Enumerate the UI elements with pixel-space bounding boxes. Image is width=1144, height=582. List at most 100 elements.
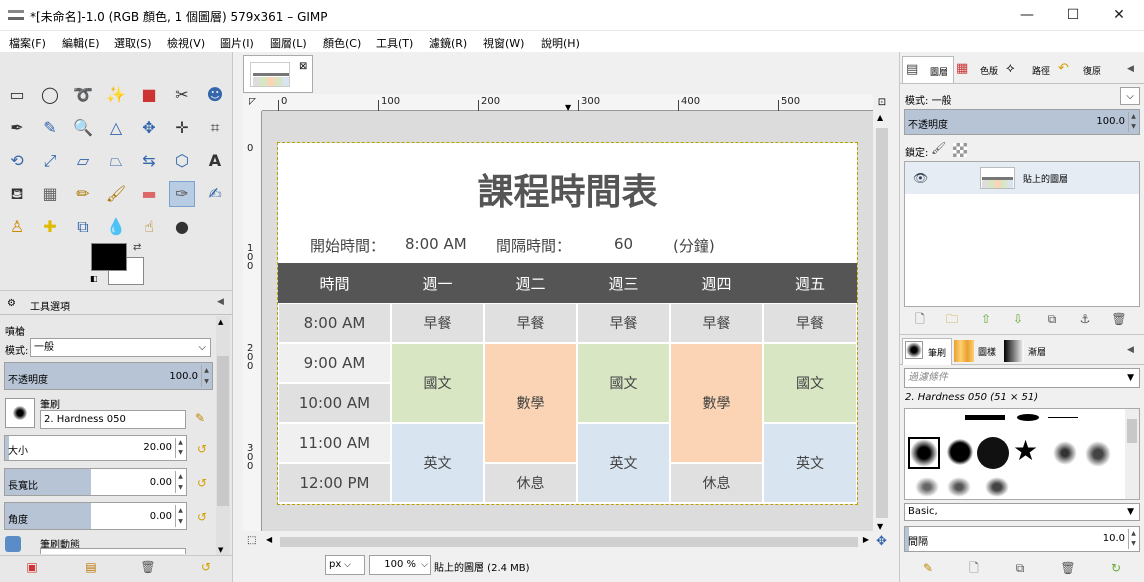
lock-alpha-icon[interactable] (953, 143, 967, 157)
brush-charcoal[interactable] (947, 477, 971, 497)
menu-select[interactable]: 選取(S) (114, 35, 152, 51)
brush-preset-combo[interactable]: Basic, ▼ (904, 503, 1140, 521)
brushes-scroll-thumb[interactable] (1127, 419, 1137, 443)
paths-tool-icon[interactable]: ✒ (4, 115, 30, 141)
eraser-tool-icon[interactable]: ▬ (136, 181, 162, 207)
layer-opacity-spin-icon[interactable]: ▲ ▼ (1128, 112, 1138, 132)
mode-select[interactable]: 一般 ⌵ (30, 338, 211, 357)
reset-aspect-icon[interactable]: ↺ (197, 476, 211, 490)
scissors-tool-icon[interactable]: ✂ (169, 82, 195, 108)
brushes-scrollbar[interactable] (1125, 409, 1139, 499)
delete-layer-icon[interactable]: 🗑 (1111, 311, 1127, 327)
align-tool-icon[interactable]: ✛ (169, 115, 195, 141)
dynamics-field[interactable] (40, 548, 186, 554)
menu-help[interactable]: 說明(H) (541, 35, 580, 51)
brush-spacing-slider[interactable]: 間隔 10.0 ▲ ▼ (904, 526, 1140, 552)
toggle-quick-mask-icon[interactable]: ⬚ (247, 535, 256, 546)
dodge-burn-tool-icon[interactable]: ● (169, 214, 195, 240)
tool-options-scrollbar[interactable]: ▲ ▼ (216, 316, 230, 556)
menu-colors[interactable]: 顏色(C) (323, 35, 361, 51)
rect-select-tool-icon[interactable]: ▭ (4, 82, 30, 108)
delete-options-icon[interactable]: 🗑 (140, 559, 156, 575)
size-slider[interactable]: 大小 20.00 ▲ ▼ (4, 435, 187, 461)
swap-colors-icon[interactable]: ⇄ (133, 242, 141, 253)
brush-block[interactable] (965, 415, 1005, 420)
canvas-vscroll-thumb[interactable] (876, 128, 888, 518)
duplicate-layer-icon[interactable]: ⧉ (1044, 311, 1060, 327)
foreground-color-swatch[interactable] (91, 243, 127, 271)
paintbrush-tool-icon[interactable]: 🖌 (103, 181, 129, 207)
tab-brushes[interactable]: 筆刷 (902, 338, 952, 365)
reset-options-icon[interactable]: ↺ (198, 559, 214, 575)
close-tab-icon[interactable]: ⊠ (299, 61, 307, 72)
blur-tool-icon[interactable]: 💧 (103, 214, 129, 240)
duplicate-brush-icon[interactable]: ⧉ (1012, 560, 1028, 576)
cage-transform-tool-icon[interactable]: ⬡ (169, 148, 195, 174)
scroll-down-icon[interactable]: ▼ (877, 522, 883, 531)
new-layer-icon[interactable]: 🗋 (912, 311, 928, 327)
save-options-icon[interactable]: ▣ (24, 559, 40, 575)
tab-paths[interactable]: ⟡ 路徑 (1006, 57, 1056, 83)
brushes-grid[interactable]: ★ (904, 408, 1140, 500)
panel-menu-icon[interactable]: ◀ (217, 297, 224, 307)
image-canvas[interactable]: 課程時間表 開始時間： 8:00 AM 間隔時間： 60 (分鐘) 時間 週一 … (277, 142, 858, 505)
clone-tool-icon[interactable]: ♙ (4, 214, 30, 240)
layers-list[interactable]: 👁 貼上的圖層 (904, 161, 1140, 307)
perspective-tool-icon[interactable]: ⏢ (103, 148, 129, 174)
heal-tool-icon[interactable]: ✚ (37, 214, 63, 240)
airbrush-tool-icon[interactable]: ✑ (169, 181, 195, 207)
brush-sponge[interactable] (985, 477, 1009, 497)
brush-hardness-050-selected[interactable] (908, 437, 940, 469)
menu-layer[interactable]: 圖層(L) (270, 35, 307, 51)
crop-tool-icon[interactable]: ⌗ (202, 115, 228, 141)
text-tool-icon[interactable]: A (202, 148, 228, 174)
minimize-button[interactable]: — (1004, 0, 1050, 31)
scroll-up-icon[interactable]: ▲ (877, 113, 883, 122)
scale-tool-icon[interactable]: ⤢ (37, 148, 63, 174)
perspective-clone-tool-icon[interactable]: ⧉ (70, 214, 96, 240)
quick-mask-corner-icon[interactable]: ◸ (243, 94, 262, 111)
angle-spin-icon[interactable]: ▲ ▼ (175, 505, 185, 527)
brush-ellipse[interactable] (1017, 414, 1039, 421)
raise-layer-icon[interactable]: ⇧ (978, 311, 994, 327)
layer-visibility-eye-icon[interactable]: 👁 (913, 171, 928, 185)
ellipse-select-tool-icon[interactable]: ◯ (37, 82, 63, 108)
canvas-hscroll-thumb[interactable] (280, 537, 858, 547)
edit-brush-icon[interactable]: ✎ (195, 411, 205, 425)
reset-size-icon[interactable]: ↺ (197, 442, 211, 456)
menu-view[interactable]: 檢視(V) (167, 35, 205, 51)
opacity-spin-icon[interactable]: ▲ ▼ (201, 365, 211, 387)
brush-hardness-075[interactable] (947, 439, 973, 465)
close-button[interactable]: ✕ (1096, 0, 1142, 31)
spacing-spin-icon[interactable]: ▲ ▼ (1128, 529, 1138, 549)
brush-texture[interactable] (1085, 441, 1111, 467)
aspect-spin-icon[interactable]: ▲ ▼ (175, 471, 185, 493)
scroll-down-icon[interactable]: ▼ (218, 546, 223, 554)
zoom-select[interactable]: 100 % ⌵ (369, 555, 431, 575)
tool-options-tab-icon[interactable]: ⚙ (7, 298, 16, 309)
opacity-slider[interactable]: 不透明度 100.0 ▲ ▼ (4, 362, 213, 390)
menu-edit[interactable]: 編輯(E) (62, 35, 100, 51)
brush-filter-combo[interactable]: 過濾條件 ▼ (904, 368, 1140, 388)
dynamics-icon[interactable] (5, 536, 21, 552)
smudge-tool-icon[interactable]: ☝ (136, 214, 162, 240)
brush-preview[interactable] (5, 398, 35, 428)
color-picker-tool-icon[interactable]: ✎ (37, 115, 63, 141)
navigate-icon[interactable]: ✥ (876, 534, 887, 549)
brush-chalk[interactable] (915, 477, 939, 497)
brushes-panel-menu-icon[interactable]: ◀ (1127, 345, 1134, 355)
anchor-layer-icon[interactable]: ⚓ (1077, 311, 1093, 327)
menu-filters[interactable]: 濾鏡(R) (429, 35, 467, 51)
lower-layer-icon[interactable]: ⇩ (1010, 311, 1026, 327)
scroll-up-icon[interactable]: ▲ (218, 318, 223, 326)
angle-slider[interactable]: 角度 0.00 ▲ ▼ (4, 502, 187, 530)
scroll-right-icon[interactable]: ▶ (863, 535, 869, 544)
lock-pixels-icon[interactable]: 🖌 (931, 141, 946, 155)
zoom-image-icon[interactable]: ⊡ (873, 94, 891, 111)
new-layer-group-icon[interactable]: 🗀 (944, 311, 960, 327)
maximize-button[interactable]: ☐ (1050, 0, 1096, 31)
ink-tool-icon[interactable]: ✍ (202, 181, 228, 207)
refresh-brushes-icon[interactable]: ↻ (1108, 560, 1124, 576)
edit-brush-icon[interactable]: ✎ (920, 560, 936, 576)
color-select-tool-icon[interactable]: ■ (136, 82, 162, 108)
